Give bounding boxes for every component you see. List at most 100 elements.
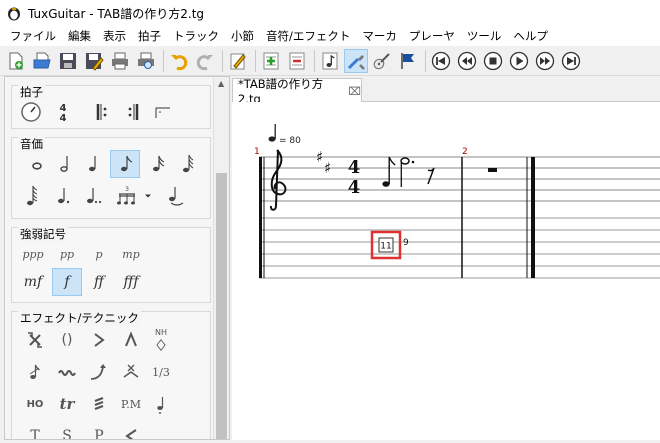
note-button[interactable] <box>318 49 342 73</box>
menu-marker[interactable]: マーカ <box>356 28 403 44</box>
dynamic-ff-button[interactable]: ff <box>84 268 114 296</box>
accent-button[interactable] <box>84 326 114 354</box>
tab-document[interactable]: *TAB譜の作り方2.tg ⌧ <box>232 77 362 106</box>
bend-button[interactable] <box>84 358 114 386</box>
menu-file[interactable]: ファイル <box>4 28 62 44</box>
play-button[interactable] <box>507 49 531 73</box>
print-button[interactable] <box>108 49 132 73</box>
close-icon[interactable]: ⌧ <box>348 85 361 98</box>
hammer-on-button[interactable]: HO <box>20 390 50 418</box>
harmonic-button[interactable]: NH <box>146 326 176 354</box>
group-timing: 拍子 44 <box>11 84 211 129</box>
chevron-down-icon <box>145 194 151 198</box>
dotted-button[interactable] <box>48 182 78 210</box>
last-button[interactable] <box>559 49 583 73</box>
scroll-up-icon[interactable]: ▲ <box>218 79 224 88</box>
repeat-open-button[interactable] <box>88 98 118 126</box>
whole-note-button[interactable] <box>22 150 52 178</box>
grace-note-button[interactable] <box>20 358 50 386</box>
dead-note-button[interactable] <box>20 326 50 354</box>
tuplet-dropdown-button[interactable] <box>140 182 156 210</box>
fade-in-button[interactable] <box>116 422 146 439</box>
next-button[interactable] <box>533 49 557 73</box>
time-signature-top: 4 <box>348 157 361 178</box>
remove-measure-button[interactable] <box>285 49 309 73</box>
tapping-button[interactable]: T <box>20 422 50 439</box>
previous-button[interactable] <box>455 49 479 73</box>
undo-button[interactable] <box>167 49 191 73</box>
popping-button[interactable]: P <box>84 422 114 440</box>
dynamic-mp-button[interactable]: mp <box>116 240 146 268</box>
half-note-button[interactable] <box>50 150 80 178</box>
measure-number: 1 <box>254 147 260 157</box>
alternative-ending-button[interactable] <box>148 98 178 126</box>
sixty-fourth-note-button[interactable] <box>16 182 46 210</box>
stop-button[interactable] <box>481 49 505 73</box>
tuplet-button[interactable]: 3 <box>112 182 142 210</box>
dynamic-mf-button[interactable]: mf <box>18 268 48 296</box>
menu-player[interactable]: プレーヤ <box>403 28 461 44</box>
ghost-note-button[interactable]: () <box>52 326 82 354</box>
sixteenth-note-button[interactable] <box>142 150 172 178</box>
guitar-button[interactable] <box>370 49 394 73</box>
time-signature-button[interactable]: 44 <box>48 98 78 126</box>
dynamic-ppp-button[interactable]: ppp <box>18 240 48 268</box>
dynamic-fff-button[interactable]: fff <box>116 268 146 296</box>
score-editor[interactable]: = 80 1 2 ♯ ♯ 4 4 11 9 <box>232 102 660 440</box>
palette-scrollbar[interactable]: ▲ <box>213 77 229 439</box>
open-file-button[interactable] <box>30 49 54 73</box>
tie-button[interactable] <box>160 182 190 210</box>
dynamic-f-button[interactable]: f <box>52 268 82 296</box>
slide-button[interactable] <box>116 358 146 386</box>
palm-mute-button[interactable]: P.M <box>116 390 146 418</box>
popping-label: P <box>94 428 104 440</box>
edit-button[interactable] <box>226 49 250 73</box>
marker-button[interactable] <box>396 49 420 73</box>
scroll-thumb[interactable] <box>216 173 227 439</box>
menu-bar: ファイル 編集 表示 拍子 トラック 小節 音符/エフェクト マーカ プレーヤ … <box>0 26 660 46</box>
vibrato-button[interactable] <box>52 358 82 386</box>
eighth-note-button[interactable] <box>110 150 140 178</box>
svg-text:3: 3 <box>125 186 129 193</box>
menu-composition[interactable]: 拍子 <box>132 28 167 44</box>
menu-help[interactable]: ヘルプ <box>507 28 554 44</box>
slide-icon <box>123 364 139 378</box>
print-preview-button[interactable] <box>134 49 158 73</box>
save-as-button[interactable] <box>82 49 106 73</box>
redo-button[interactable] <box>193 49 217 73</box>
add-measure-icon <box>263 52 279 69</box>
redo-icon <box>196 54 213 70</box>
save-button[interactable] <box>56 49 80 73</box>
thirty-second-note-button[interactable] <box>172 150 202 178</box>
menu-track[interactable]: トラック <box>167 28 225 44</box>
tremolo-picking-button[interactable] <box>84 390 114 418</box>
menu-edit[interactable]: 編集 <box>62 28 97 44</box>
hammer-on-label: HO <box>26 398 44 410</box>
tab-staff <box>259 217 660 279</box>
repeat-close-button[interactable] <box>118 98 148 126</box>
first-button[interactable] <box>429 49 453 73</box>
quarter-note-button[interactable] <box>78 150 108 178</box>
dynamic-p-button[interactable]: p <box>84 240 114 268</box>
trill-button[interactable]: tr <box>52 390 82 418</box>
menu-measure[interactable]: 小節 <box>225 28 260 44</box>
add-measure-button[interactable] <box>259 49 283 73</box>
tools-button[interactable] <box>344 48 368 73</box>
double-dotted-button[interactable] <box>78 182 108 210</box>
slapping-button[interactable]: S <box>52 422 82 439</box>
menu-view[interactable]: 表示 <box>97 28 132 44</box>
menu-note-effect[interactable]: 音符/エフェクト <box>260 28 356 44</box>
edit-icon <box>230 53 246 69</box>
tab-fret-number[interactable]: 9 <box>403 238 409 248</box>
dynamic-pp-button[interactable]: pp <box>52 240 82 268</box>
tab-fret-number[interactable]: 11 <box>380 242 391 252</box>
tempo-button[interactable] <box>16 98 46 126</box>
next-icon <box>535 51 555 70</box>
tuplet-text-button[interactable]: 1/3 <box>146 358 176 386</box>
score-canvas[interactable]: = 80 1 2 ♯ ♯ 4 4 11 9 <box>232 102 660 440</box>
menu-tools[interactable]: ツール <box>461 28 508 44</box>
heavy-accent-button[interactable] <box>116 326 146 354</box>
staccato-button[interactable] <box>146 390 176 418</box>
new-file-button[interactable] <box>4 49 28 73</box>
document-tab-bar: *TAB譜の作り方2.tg ⌧ <box>232 76 660 106</box>
